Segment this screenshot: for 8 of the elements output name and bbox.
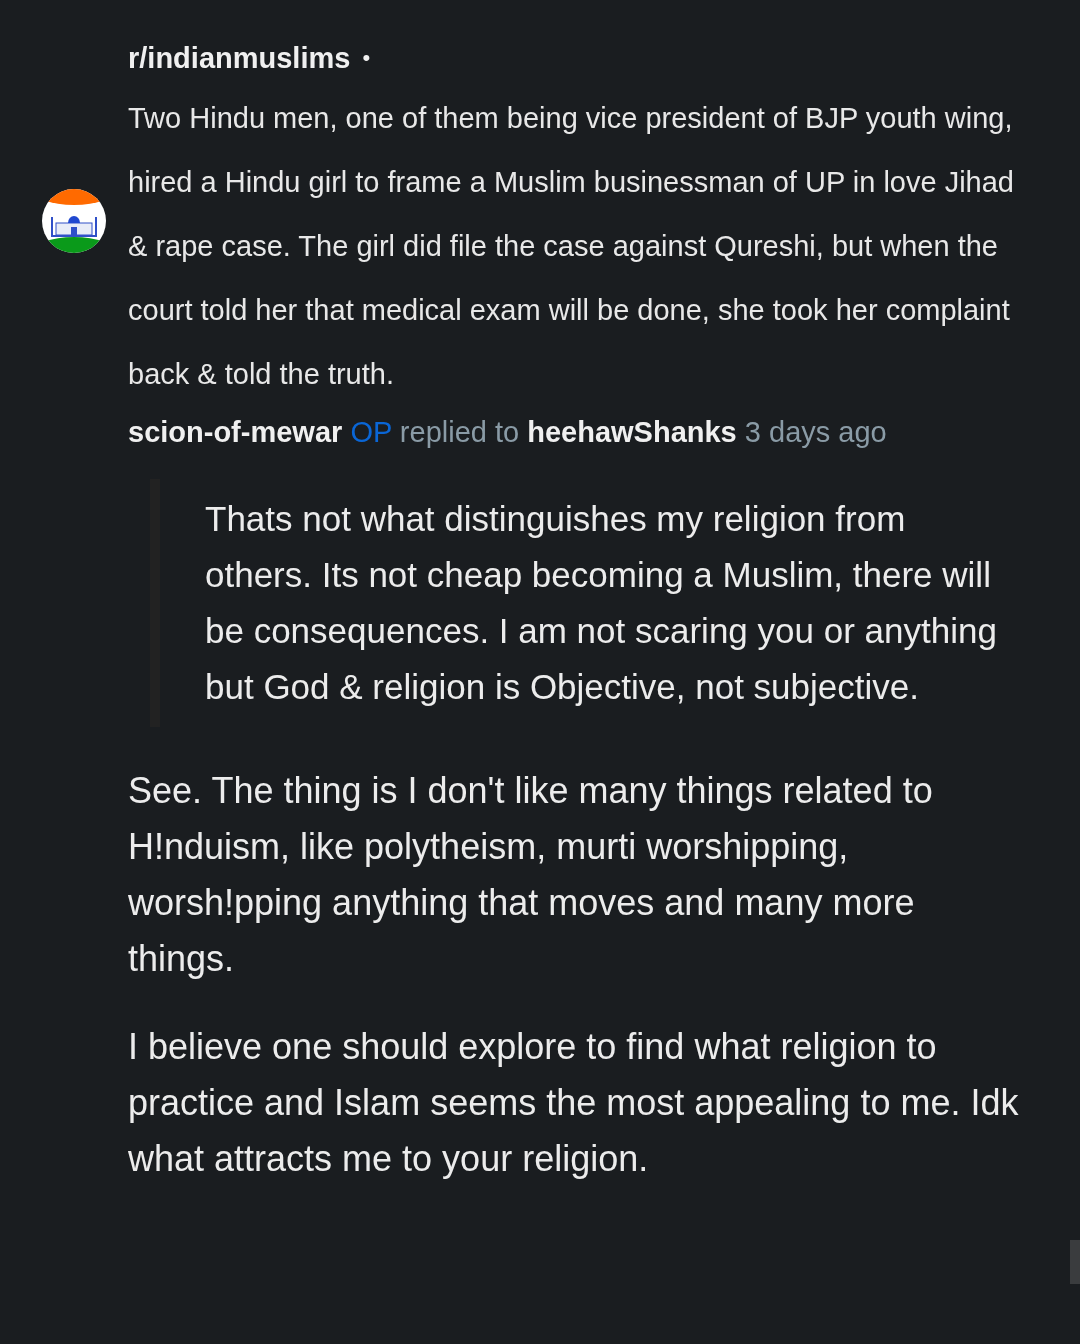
comment-paragraph: See. The thing is I don't like many things related to H!nduism, like polytheism, murti worshipping, worsh!pping anything that moves and many more things. bbox=[128, 769, 934, 981]
subreddit-name[interactable]: r/indianmuslims bbox=[128, 41, 351, 75]
quoted-text: Thats not what distinguishes my religion from others. Its not cheap becoming a Muslim, there will be consequences. I am not scaring you or anything but God & religion is Objective, not subjective. bbox=[150, 479, 1080, 727]
post-text[interactable]: Two Hindu men, one of them being vice president of BJP youth wing, hired a Hindu girl to frame a Muslim businessman of UP in love Jihad & rape case. The girl did file the case against Qureshi, but when the court told her that medical exam will be done, she took her complaint back & told the truth. bbox=[128, 86, 1036, 406]
separator-dot: • bbox=[362, 45, 371, 71]
comment-paragraph: I believe one should explore to find what religion to practice and Islam seems the most appealing to me. Idk what attracts me to your religion. bbox=[128, 1025, 1020, 1181]
scrollbar-thumb[interactable] bbox=[1070, 1240, 1080, 1284]
comment-meta: scion-of-mewar OP replied to heehawShanks 3 days ago bbox=[128, 416, 888, 449]
